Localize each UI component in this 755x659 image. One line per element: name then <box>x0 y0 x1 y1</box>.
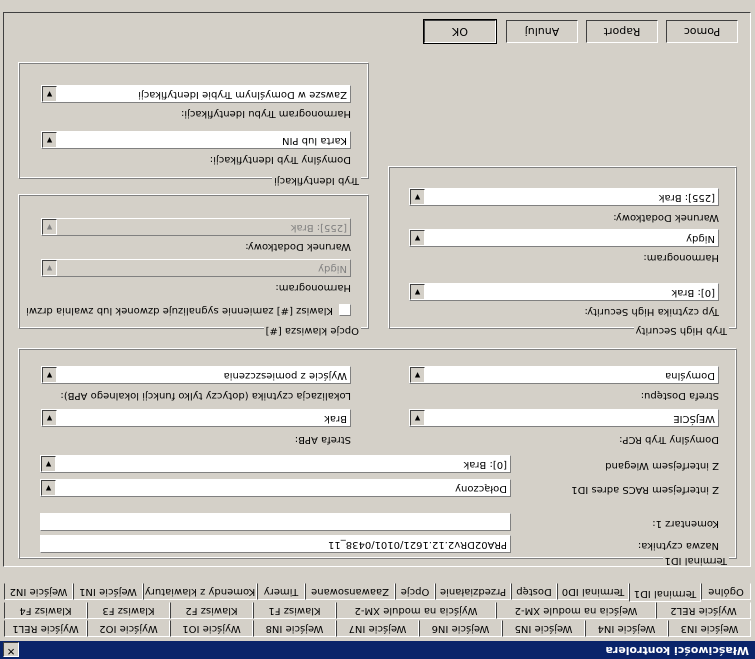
apb-combo[interactable]: Brak ▼ <box>41 409 351 427</box>
hs-condition-label: Warunek Dodatkowy: <box>613 212 719 223</box>
racs-label: Z interfejsem RACS adres ID1 <box>571 484 719 495</box>
key-condition-label: Warunek Dodatkowy: <box>245 241 351 252</box>
terminal-group-label: Terminal ID1 <box>662 555 729 566</box>
chevron-down-icon[interactable]: ▼ <box>42 410 57 426</box>
high-security-group-label: Tryb High Security <box>633 325 729 336</box>
tab-wyjscie-rel2[interactable]: Wyjście REL2 <box>656 602 751 619</box>
wiegand-label: Z interfejsem Wiegand <box>605 460 719 471</box>
tab-terminal-id0[interactable]: Terminal ID0 <box>557 583 629 600</box>
id-schedule-combo[interactable]: Zawsze w Domyślnym Trybie Identyfikacji … <box>41 85 351 103</box>
location-label: Lokalizacja czytnika (dotyczy tylko funk… <box>60 390 351 401</box>
id-schedule-label: Harmonogram Trybu Identyfikacji: <box>180 108 351 119</box>
tab-ogolne[interactable]: Ogólne <box>701 583 751 600</box>
tab-klawisz-f4[interactable]: Klawisz F4 <box>4 602 87 619</box>
id-default-label: Domyślny Tryb Identyfikacji: <box>209 154 351 165</box>
tab-wyjscie-io2[interactable]: Wyjście IO2 <box>87 620 170 637</box>
key-schedule-label: Harmonogram: <box>275 282 351 293</box>
reader-name-field[interactable]: PRA02DRv2.12.1621/0101/0438_11 <box>40 535 511 553</box>
key-options-group-label: Opcje klawisza [#] <box>263 325 361 336</box>
close-icon[interactable]: ✕ <box>3 642 19 657</box>
hs-schedule-combo[interactable]: Nigdy ▼ <box>409 229 719 247</box>
apb-label: Strefa APB: <box>294 434 351 445</box>
chevron-down-icon[interactable]: ▼ <box>42 132 57 148</box>
reader-name-label: Nazwa czytnika: <box>637 540 719 551</box>
tab-wyjscia-xm2[interactable]: Wyjścia na module XM-2 <box>336 602 496 619</box>
location-combo[interactable]: Wyjście z pomieszczenia ▼ <box>41 366 351 384</box>
chevron-down-icon[interactable]: ▼ <box>41 456 56 472</box>
tab-wejscie-in5[interactable]: Wejście IN5 <box>502 620 585 637</box>
help-button[interactable]: Pomoc <box>666 20 738 43</box>
tab-dostep[interactable]: Dostęp <box>511 583 557 600</box>
chevron-down-icon: ▼ <box>42 219 57 235</box>
tab-zaawansowane[interactable]: Zaawansowane <box>305 583 395 600</box>
chevron-down-icon[interactable]: ▼ <box>410 367 425 383</box>
rcp-label: Domyślny Tryb RCP: <box>619 434 719 445</box>
tab-wejscie-in6[interactable]: Wejście IN6 <box>419 620 502 637</box>
hs-type-label: Typ czytnika High Security: <box>584 306 720 317</box>
tab-wejscie-in2[interactable]: Wejście IN2 <box>4 583 73 600</box>
chevron-down-icon[interactable]: ▼ <box>410 230 425 246</box>
wiegand-combo[interactable]: [0]: Brak ▼ <box>40 455 511 473</box>
comment-label: Komentarz 1: <box>652 518 719 529</box>
ok-button[interactable]: OK <box>423 19 497 44</box>
title-bar: Właściwości kontrolera ✕ <box>0 641 755 659</box>
key-schedule-combo: Nigdy ▼ <box>41 259 351 277</box>
hs-schedule-label: Harmonogram: <box>643 252 719 263</box>
zone-label: Strefa Dostępu: <box>640 390 719 401</box>
tab-wejscie-in4[interactable]: Wejście IN4 <box>585 620 668 637</box>
hs-type-combo[interactable]: [0]: Brak ▼ <box>409 283 719 301</box>
tab-wyjscie-rel1[interactable]: Wyjście REL1 <box>4 620 87 637</box>
tab-przedzialanie[interactable]: Przedziałanie <box>435 583 511 600</box>
tab-wejscie-in8[interactable]: Wejście IN8 <box>253 620 336 637</box>
chevron-down-icon[interactable]: ▼ <box>410 410 425 426</box>
stage: Właściwości kontrolera ✕ Wejście IN3 Wej… <box>0 0 755 659</box>
chevron-down-icon[interactable]: ▼ <box>42 367 57 383</box>
key-condition-combo: [255]: Brak ▼ <box>41 218 351 236</box>
tab-klawisz-f3[interactable]: Klawisz F3 <box>87 602 170 619</box>
chevron-down-icon: ▼ <box>42 260 57 276</box>
tab-komendy-z-klawiatury[interactable]: Komendy z klawiatury <box>143 583 257 600</box>
id-default-combo[interactable]: Karta lub PIN ▼ <box>41 131 351 149</box>
report-button[interactable]: Raport <box>586 20 658 43</box>
window-title: Właściwości kontrolera <box>605 644 749 657</box>
racs-combo[interactable]: Dołączony ▼ <box>40 479 511 497</box>
tab-klawisz-f1[interactable]: Klawisz F1 <box>253 602 336 619</box>
zone-combo[interactable]: Domyślna ▼ <box>409 366 719 384</box>
tab-klawisz-f2[interactable]: Klawisz F2 <box>170 602 253 619</box>
rcp-combo[interactable]: WEJŚCIE ▼ <box>409 409 719 427</box>
tab-wejscie-in3[interactable]: Wejście IN3 <box>668 620 751 637</box>
tab-timery[interactable]: Timery <box>257 583 305 600</box>
chevron-down-icon[interactable]: ▼ <box>42 86 57 102</box>
tab-terminal-id1[interactable]: Terminal ID1 <box>629 583 701 602</box>
chevron-down-icon[interactable]: ▼ <box>410 189 425 205</box>
tab-opcje[interactable]: Opcje <box>395 583 435 600</box>
chevron-down-icon[interactable]: ▼ <box>410 284 425 300</box>
identification-group-label: Tryb Identyfikacji <box>272 175 361 186</box>
tab-wejscie-in7[interactable]: Wejście IN7 <box>336 620 419 637</box>
chevron-down-icon[interactable]: ▼ <box>41 480 56 496</box>
cancel-button[interactable]: Anuluj <box>506 20 578 43</box>
tab-wyjscie-io1[interactable]: Wyjście IO1 <box>170 620 253 637</box>
bell-option-checkbox[interactable] <box>339 304 351 316</box>
bell-option-label: Klawisz [#] zamiennie sygnalizuje dzwone… <box>26 305 333 316</box>
comment-field[interactable] <box>40 513 511 531</box>
hs-condition-combo[interactable]: [255]: Brak ▼ <box>409 188 719 206</box>
tab-wejscia-xm2[interactable]: Wejścia na module XM-2 <box>496 602 656 619</box>
tab-wejscie-in1[interactable]: Wejście IN1 <box>73 583 143 600</box>
